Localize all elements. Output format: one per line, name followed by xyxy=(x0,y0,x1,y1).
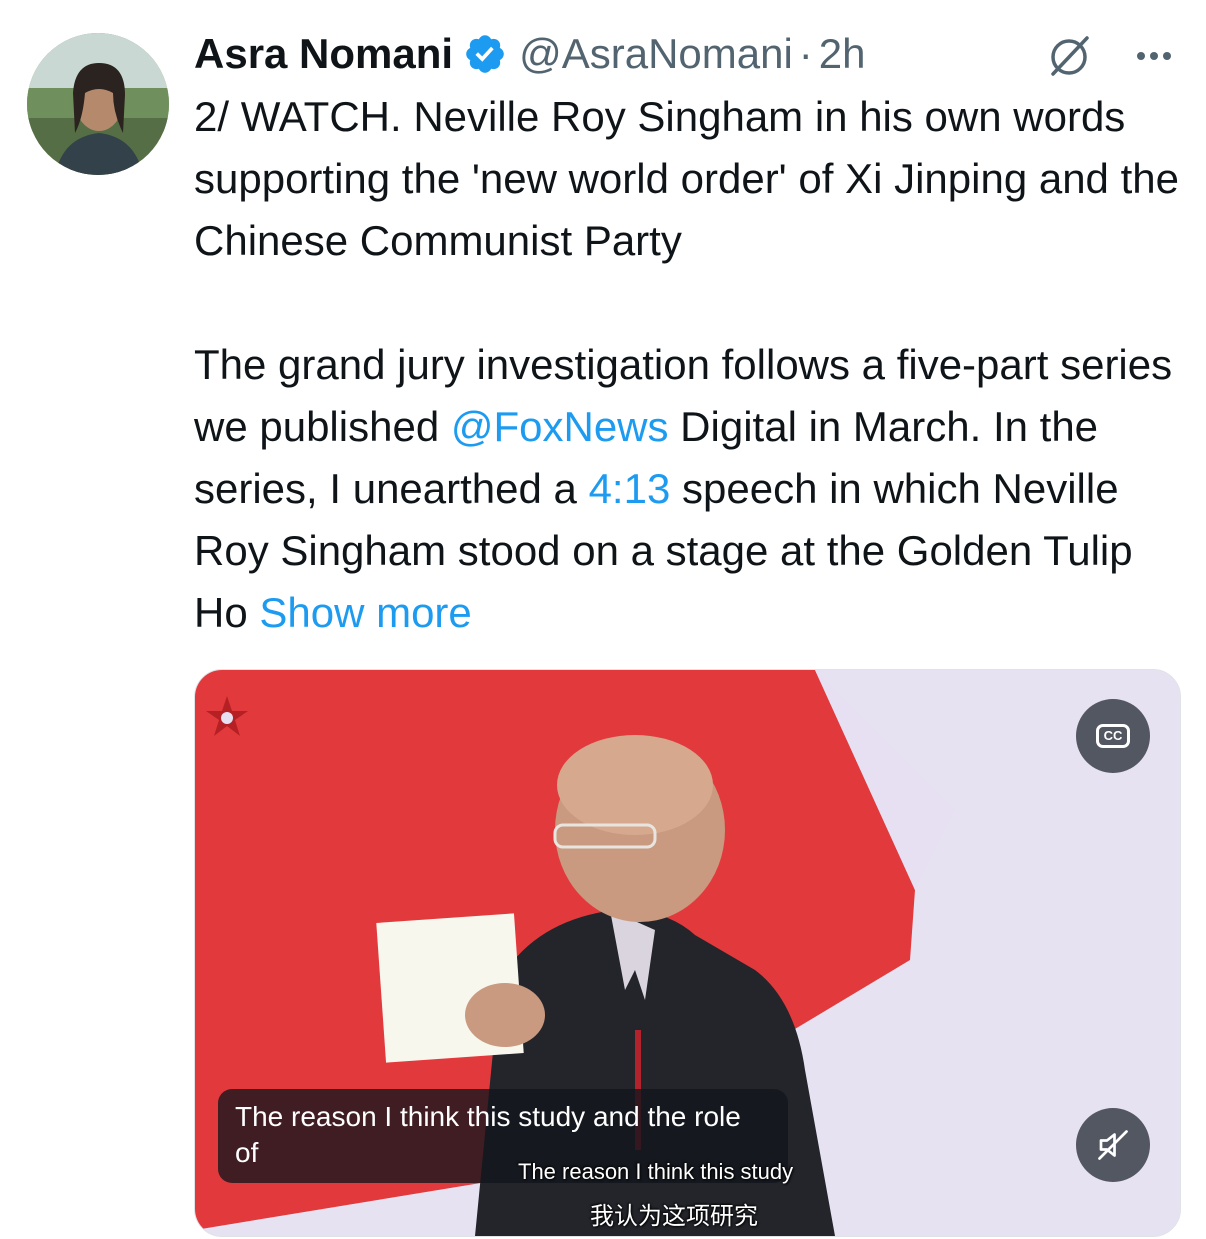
burned-in-subtitle-english: The reason I think this study xyxy=(518,1159,794,1184)
tweet-paragraph-2: The grand jury investigation follows a f… xyxy=(194,334,1184,644)
author-handle[interactable]: @AsraNomani xyxy=(519,30,793,78)
tweet-header: Asra Nomani @AsraNomani · 2h xyxy=(194,24,866,84)
avatar[interactable] xyxy=(27,33,169,175)
captions-button[interactable]: CC xyxy=(1076,699,1150,773)
tweet-text: 2/ WATCH. Neville Roy Singham in his own… xyxy=(194,86,1184,644)
show-more-link[interactable]: Show more xyxy=(259,589,471,636)
grok-icon[interactable] xyxy=(1043,30,1095,82)
mention-link-foxnews[interactable]: @FoxNews xyxy=(451,403,669,450)
avatar-photo xyxy=(27,33,169,175)
tweet-paragraph-1: 2/ WATCH. Neville Roy Singham in his own… xyxy=(194,93,1179,264)
cc-icon: CC xyxy=(1095,724,1131,748)
muted-speaker-icon xyxy=(1098,1130,1128,1160)
more-options-icon[interactable] xyxy=(1128,30,1180,82)
channel-logo-icon xyxy=(201,692,253,744)
separator-dot: · xyxy=(798,30,813,77)
video-player[interactable]: CC The reason I think this study and the… xyxy=(194,669,1181,1237)
unmute-button[interactable] xyxy=(1076,1108,1150,1182)
verified-badge-icon xyxy=(463,32,507,76)
burned-in-subtitle-chinese: 我认为这项研究 xyxy=(590,1203,758,1230)
timestamp[interactable]: 2h xyxy=(819,30,866,78)
tweet[interactable]: Asra Nomani @AsraNomani · 2h 2/ WATCH. N… xyxy=(0,0,1206,1239)
author-name[interactable]: Asra Nomani xyxy=(194,30,453,78)
timestamp-link[interactable]: 4:13 xyxy=(589,465,671,512)
